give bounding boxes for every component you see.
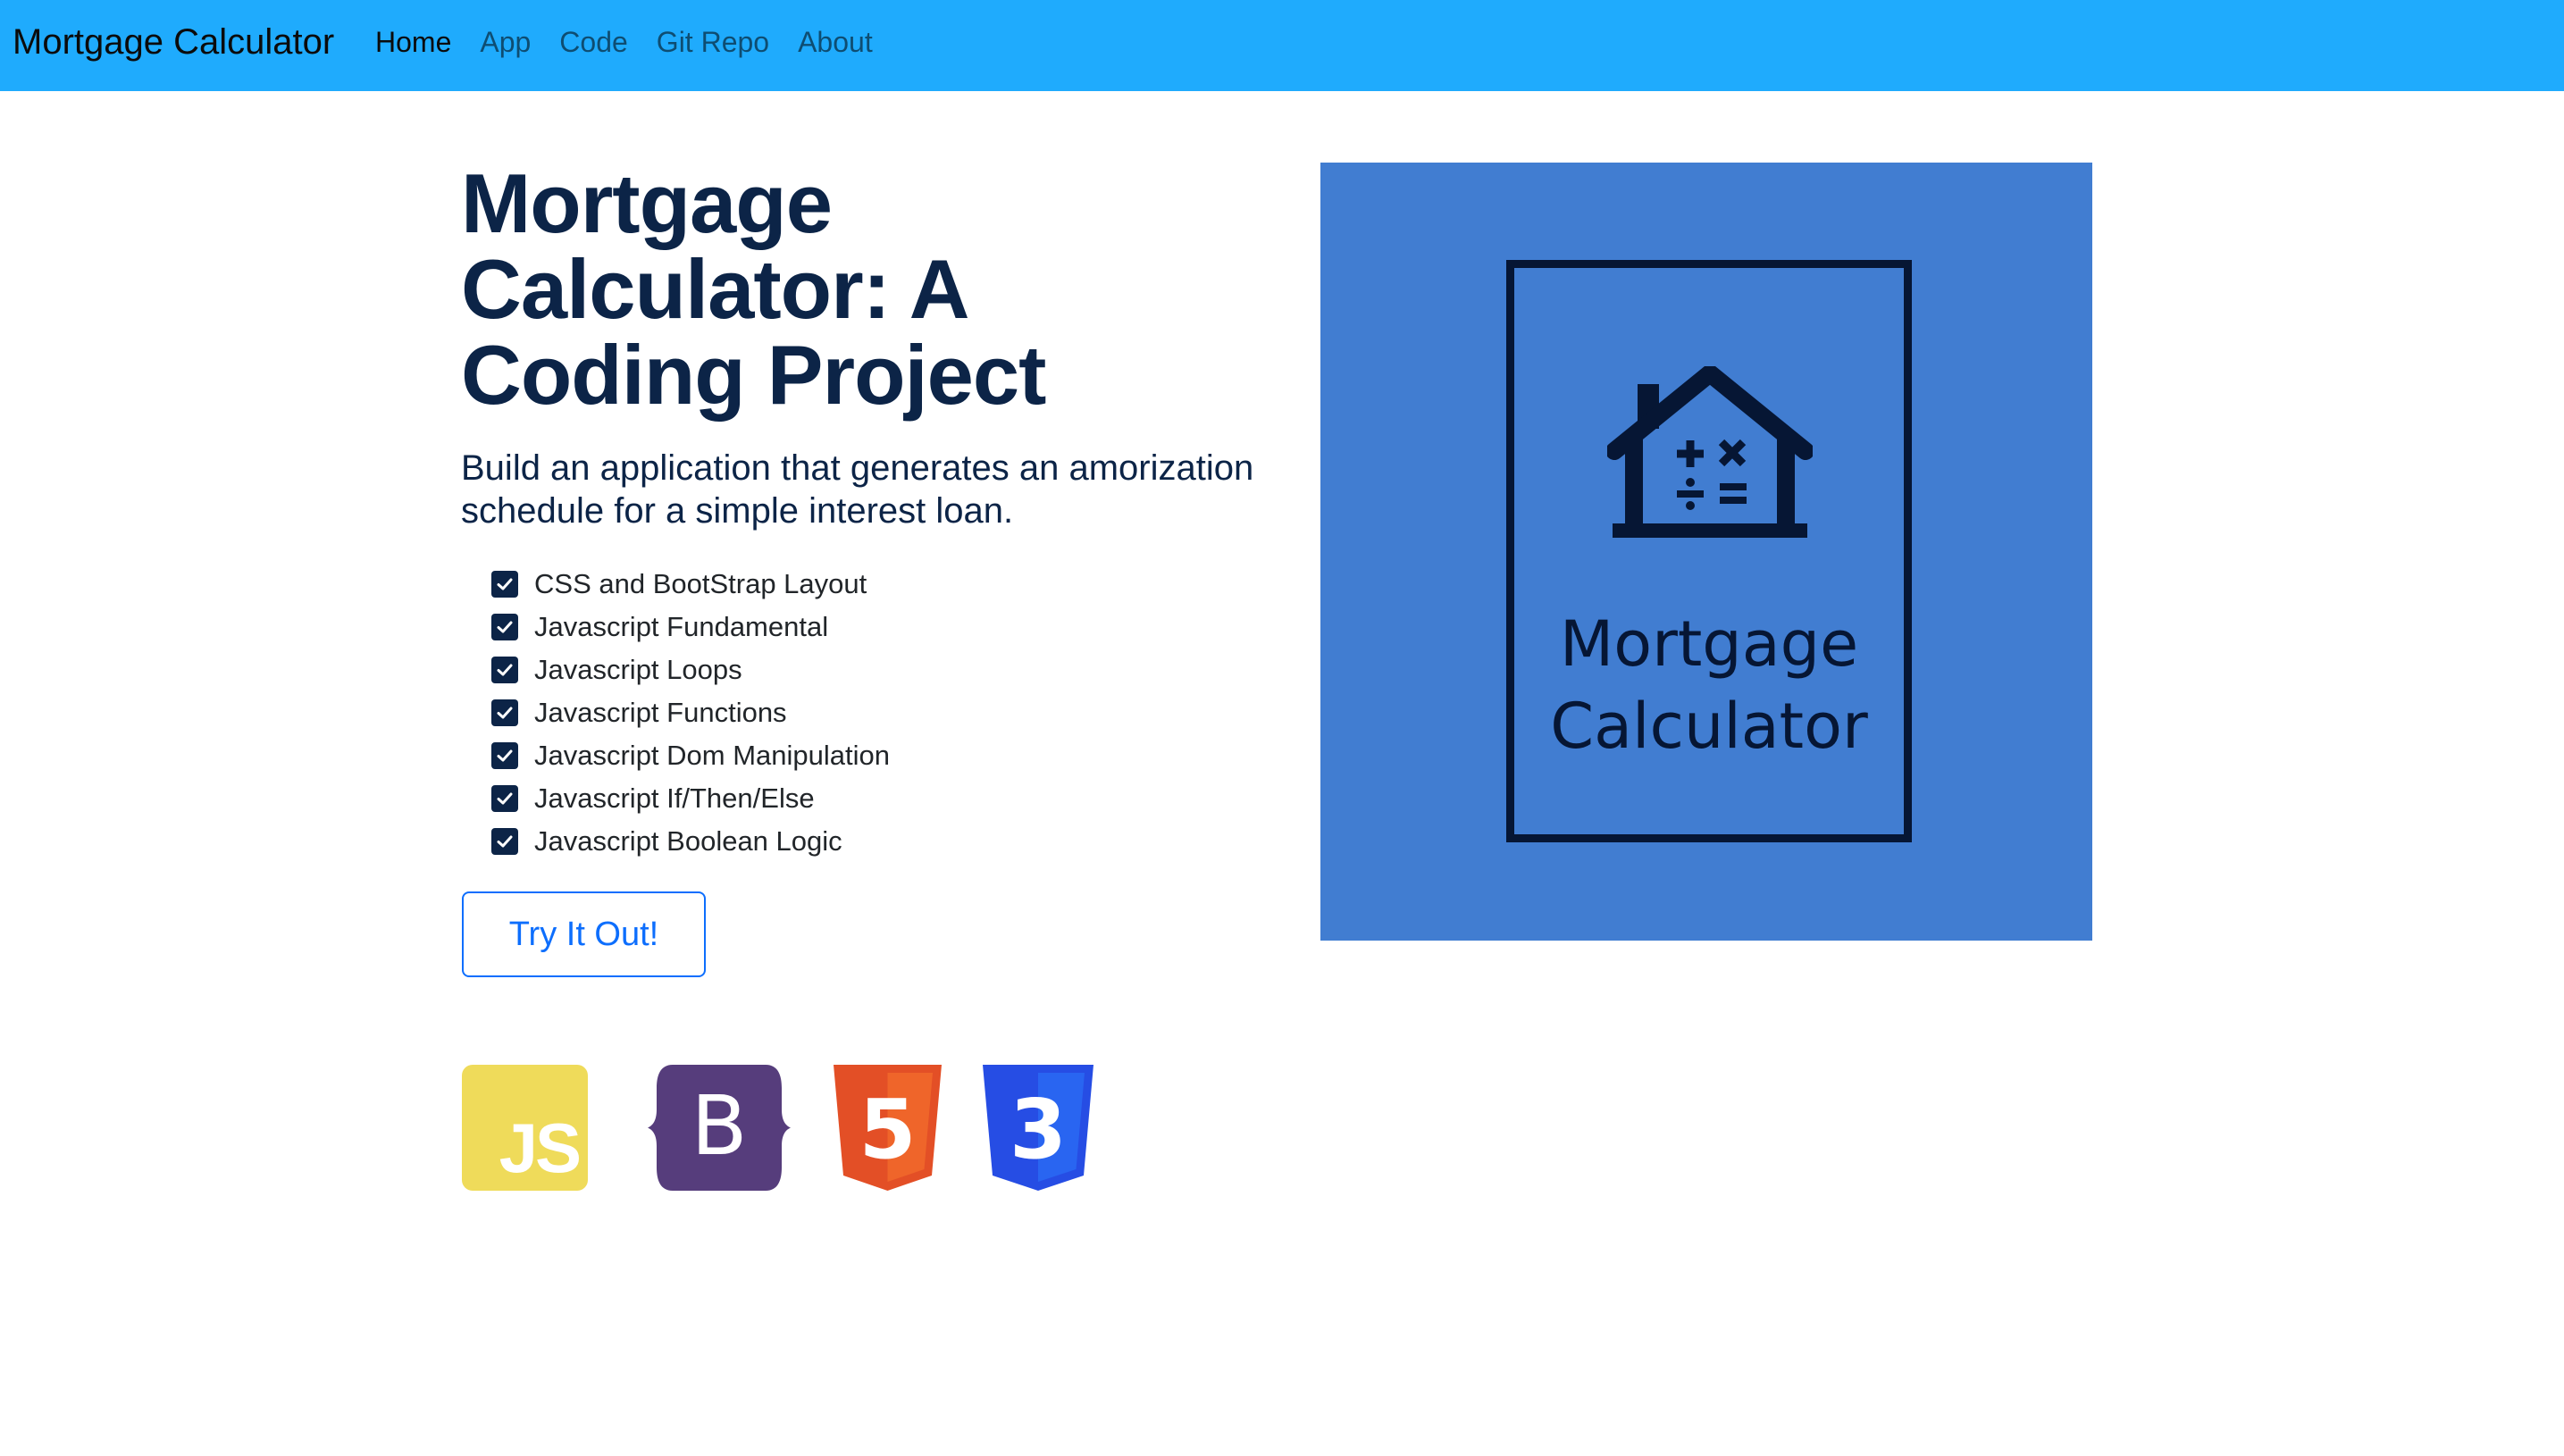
nav-link-git-repo[interactable]: Git Repo — [657, 20, 769, 64]
feature-item: Javascript Boolean Logic — [491, 820, 890, 863]
feature-label: Javascript Boolean Logic — [534, 825, 842, 857]
bootstrap-logo-icon: B — [648, 1065, 791, 1191]
feature-item: Javascript Fundamental — [491, 606, 890, 649]
feature-item: Javascript If/Then/Else — [491, 777, 890, 820]
feature-label: Javascript Fundamental — [534, 611, 829, 642]
nav-link-home[interactable]: Home — [375, 20, 451, 64]
nav-link-app[interactable]: App — [480, 20, 531, 64]
bootstrap-logo-text: B — [691, 1078, 747, 1174]
hero-image-caption: Mortgage Calculator — [1514, 603, 1904, 767]
css3-logo-text: 3 — [1010, 1082, 1067, 1177]
caption-line-1: Mortgage — [1559, 607, 1859, 681]
page-subtitle: Build an application that generates an a… — [461, 448, 1254, 531]
caption-line-2: Calculator — [1550, 690, 1868, 763]
checkbox-checked-icon — [491, 785, 518, 812]
feature-label: Javascript Loops — [534, 654, 742, 685]
navbar-brand[interactable]: Mortgage Calculator — [13, 20, 334, 64]
nav-links: Home App Code Git Repo About — [375, 20, 901, 64]
javascript-logo-text: JS — [499, 1109, 582, 1187]
checkbox-checked-icon — [491, 742, 518, 769]
feature-label: Javascript Dom Manipulation — [534, 740, 891, 771]
feature-item: Javascript Dom Manipulation — [491, 734, 890, 777]
feature-list: CSS and BootStrap Layout Javascript Fund… — [491, 563, 890, 863]
hero-image: Mortgage Calculator — [1320, 163, 2092, 941]
nav-link-code[interactable]: Code — [559, 20, 628, 64]
checkbox-checked-icon — [491, 571, 518, 598]
try-it-out-button[interactable]: Try It Out! — [462, 891, 706, 977]
page-title: Mortgage Calculator: A Coding Project — [461, 156, 1046, 422]
feature-item: CSS and BootStrap Layout — [491, 563, 890, 606]
feature-item: Javascript Functions — [491, 691, 890, 734]
javascript-logo-icon: JS — [462, 1065, 588, 1191]
navbar: Mortgage Calculator Home App Code Git Re… — [0, 0, 2564, 91]
feature-item: Javascript Loops — [491, 649, 890, 691]
html5-logo-text: 5 — [859, 1082, 916, 1177]
html5-logo-icon: 5 — [834, 1065, 942, 1191]
feature-label: Javascript If/Then/Else — [534, 782, 815, 814]
checkbox-checked-icon — [491, 699, 518, 726]
css3-logo-icon: 3 — [983, 1065, 1093, 1191]
feature-label: CSS and BootStrap Layout — [534, 568, 867, 599]
feature-label: Javascript Functions — [534, 697, 787, 728]
checkbox-checked-icon — [491, 657, 518, 683]
nav-link-about[interactable]: About — [798, 20, 873, 64]
hero-image-frame: Mortgage Calculator — [1506, 260, 1912, 842]
checkbox-checked-icon — [491, 614, 518, 640]
checkbox-checked-icon — [491, 828, 518, 855]
house-calculator-icon — [1607, 366, 1813, 538]
